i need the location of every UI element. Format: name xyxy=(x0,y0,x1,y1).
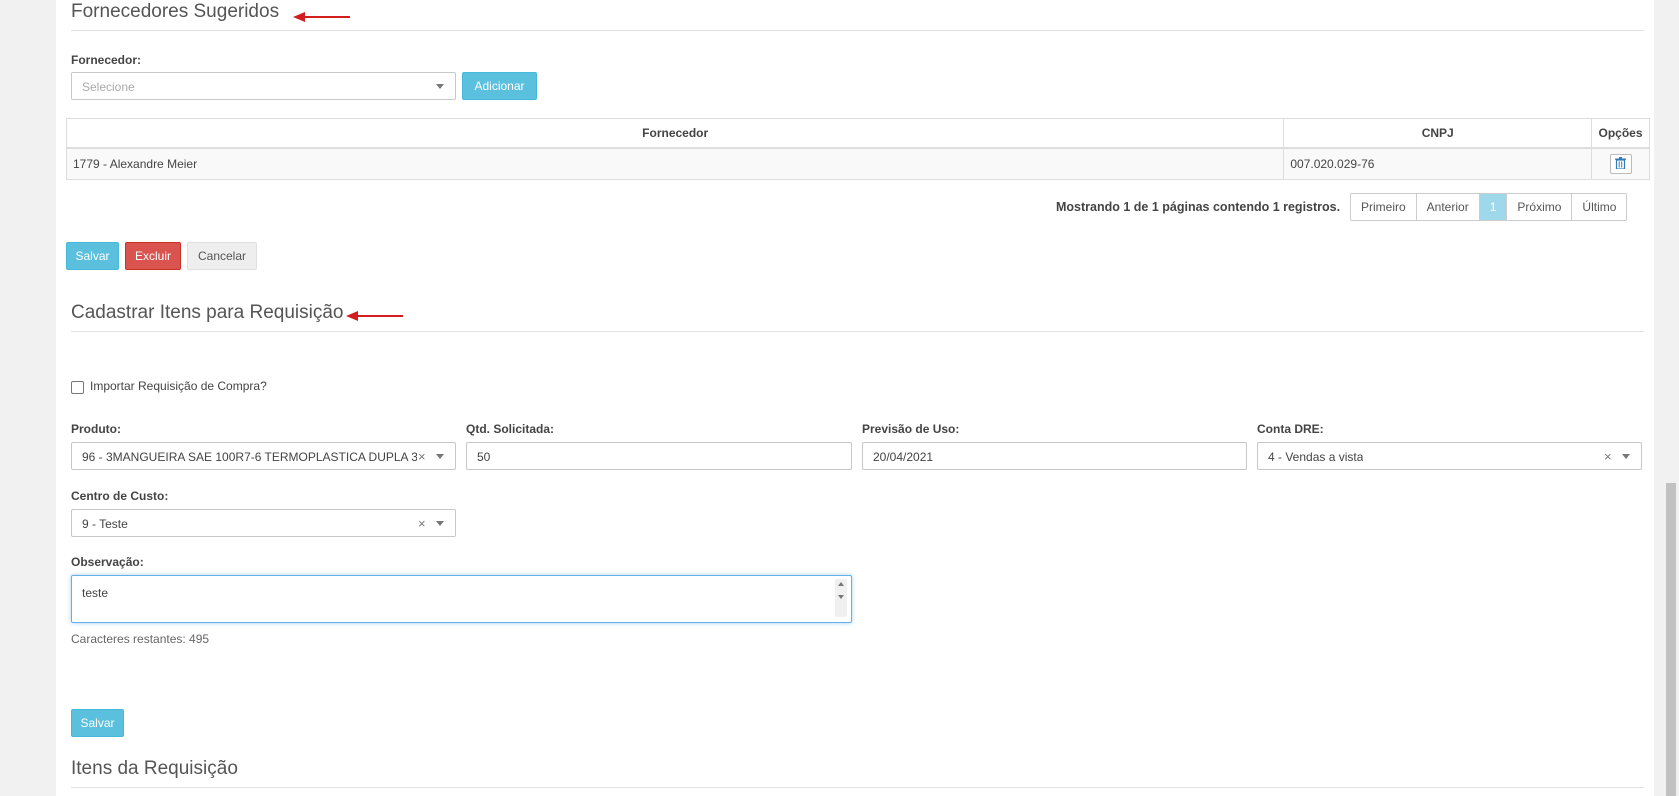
chevron-down-icon xyxy=(436,84,444,89)
chevron-down-icon xyxy=(1622,454,1630,459)
trash-icon xyxy=(1614,157,1626,169)
scroll-down-icon xyxy=(838,595,844,599)
divider xyxy=(71,787,1644,788)
cost-center-select[interactable]: 9 - Teste × xyxy=(71,509,456,537)
cell-cnpj: 007.020.029-76 xyxy=(1283,147,1593,180)
cost-center-label: Centro de Custo: xyxy=(71,489,169,503)
pagination-first[interactable]: Primeiro xyxy=(1351,194,1417,220)
cell-options xyxy=(1591,147,1650,180)
product-label: Produto: xyxy=(71,422,121,436)
supplier-select[interactable]: Selecione xyxy=(71,72,456,100)
chevron-down-icon xyxy=(436,521,444,526)
items-section-title: Cadastrar Itens para Requisição xyxy=(71,302,344,323)
delete-button[interactable]: Excluir xyxy=(125,242,181,270)
suppliers-section-title: Fornecedores Sugeridos xyxy=(71,1,280,22)
textarea-scrollbar[interactable] xyxy=(835,579,847,617)
cost-center-select-value: 9 - Teste xyxy=(82,517,128,531)
quantity-label: Qtd. Solicitada: xyxy=(466,422,555,436)
add-supplier-button[interactable]: Adicionar xyxy=(462,72,537,100)
pagination-previous[interactable]: Anterior xyxy=(1416,194,1480,220)
delete-supplier-button[interactable] xyxy=(1609,154,1632,174)
pagination-summary: Mostrando 1 de 1 páginas contendo 1 regi… xyxy=(1056,200,1341,214)
supplier-label: Fornecedor: xyxy=(71,53,142,67)
import-requisition-label: Importar Requisição de Compra? xyxy=(90,379,267,393)
column-header-options: Opções xyxy=(1591,118,1650,149)
scroll-up-icon xyxy=(838,582,844,586)
divider xyxy=(71,331,1644,332)
save-item-button[interactable]: Salvar xyxy=(71,709,124,737)
pagination-last[interactable]: Último xyxy=(1572,194,1627,220)
suppliers-table: Fornecedor CNPJ Opções 1779 - Alexandre … xyxy=(65,118,1650,180)
scrollbar-thumb[interactable] xyxy=(1666,483,1676,796)
product-select-value: 96 - 3MANGUEIRA SAE 100R7-6 TERMOPLASTIC… xyxy=(82,450,417,464)
column-header-cnpj: CNPJ xyxy=(1283,118,1593,149)
annotation-arrow xyxy=(346,311,403,321)
requisition-items-title: Itens da Requisição xyxy=(71,758,238,779)
cancel-button[interactable]: Cancelar xyxy=(187,242,257,270)
annotation-arrow xyxy=(293,12,350,22)
column-header-supplier: Fornecedor xyxy=(65,118,1285,149)
forecast-date-input[interactable]: 20/04/2021 xyxy=(862,442,1247,470)
dre-account-label: Conta DRE: xyxy=(1257,422,1324,436)
pagination-current[interactable]: 1 xyxy=(1479,194,1508,220)
save-suppliers-button[interactable]: Salvar xyxy=(66,242,119,270)
clear-icon[interactable]: × xyxy=(418,449,426,464)
divider xyxy=(71,30,1644,31)
clear-icon[interactable]: × xyxy=(418,516,426,531)
table-row: 1779 - Alexandre Meier 007.020.029-76 xyxy=(65,147,1650,180)
import-requisition-checkbox[interactable] xyxy=(71,381,84,394)
pagination: Primeiro Anterior 1 Próximo Último xyxy=(1350,193,1628,221)
main-panel: Fornecedores Sugeridos Fornecedor: Selec… xyxy=(56,0,1654,796)
dre-account-select-value: 4 - Vendas a vista xyxy=(1268,450,1364,464)
observation-textarea[interactable]: teste xyxy=(71,575,852,623)
dre-account-select[interactable]: 4 - Vendas a vista × xyxy=(1257,442,1642,470)
remaining-characters: Caracteres restantes: 495 xyxy=(71,632,210,646)
observation-text: teste xyxy=(82,586,109,600)
quantity-input[interactable]: 50 xyxy=(466,442,852,470)
product-select[interactable]: 96 - 3MANGUEIRA SAE 100R7-6 TERMOPLASTIC… xyxy=(71,442,456,470)
chevron-down-icon xyxy=(436,454,444,459)
supplier-select-placeholder: Selecione xyxy=(82,80,135,94)
forecast-label: Previsão de Uso: xyxy=(862,422,960,436)
observation-label: Observação: xyxy=(71,555,144,569)
clear-icon[interactable]: × xyxy=(1604,449,1612,464)
pagination-next[interactable]: Próximo xyxy=(1507,194,1573,220)
page-scrollbar[interactable] xyxy=(1663,0,1679,796)
cell-supplier: 1779 - Alexandre Meier xyxy=(65,147,1285,180)
